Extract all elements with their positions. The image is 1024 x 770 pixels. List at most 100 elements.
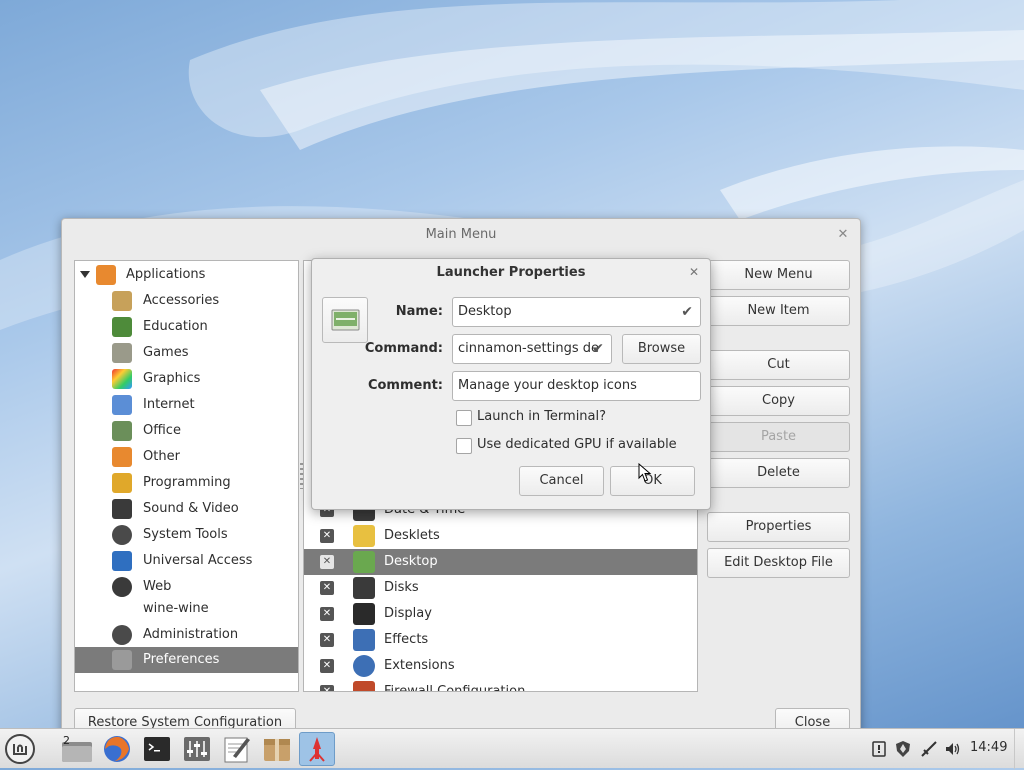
category-sound-video[interactable]: Sound & Video [75,496,298,522]
office-icon [112,421,132,441]
category-accessories[interactable]: Accessories [75,288,298,314]
checkmark-icon: ✔ [592,341,604,357]
paste-button[interactable]: Paste [707,422,850,452]
ok-button[interactable]: OK [610,466,695,496]
category-system-tools[interactable]: System Tools [75,522,298,548]
firefox-icon [104,736,130,762]
visible-checkbox[interactable]: ✕ [320,607,334,621]
window-close-button[interactable]: ✕ [834,226,852,244]
taskbar-files-button[interactable]: 2 [59,732,95,766]
name-input-value: Desktop [458,304,512,319]
dialog-title: Launcher Properties [436,265,586,280]
visible-checkbox[interactable]: ✕ [320,659,334,673]
applications-icon [96,265,116,285]
volume-icon[interactable] [944,740,962,758]
category-universal-access[interactable]: Universal Access [75,548,298,574]
command-input[interactable]: cinnamon-settings de ✔ [452,334,612,364]
category-office[interactable]: Office [75,418,298,444]
other-icon [112,447,132,467]
cancel-button[interactable]: Cancel [519,466,604,496]
category-label: Web [143,579,172,594]
tree-root-applications[interactable]: Applications [75,264,298,286]
list-item[interactable]: ✕ Extensions [304,653,697,679]
terminal-icon [144,737,170,761]
category-label: Accessories [143,293,220,308]
category-web[interactable]: Web [75,574,298,600]
list-item[interactable]: ✕ Firewall Configuration [304,679,697,692]
checkbox-box[interactable] [456,438,472,454]
comment-label: Comment: [367,378,443,393]
desktop-icon [353,551,375,573]
browse-button[interactable]: Browse [622,334,701,364]
visible-checkbox[interactable]: ✕ [320,633,334,647]
category-label: Administration [143,627,239,642]
category-label: Preferences [143,652,220,667]
cut-button[interactable]: Cut [707,350,850,380]
extensions-icon [353,655,375,677]
list-item[interactable]: ✕ Effects [304,627,697,653]
taskbar-firefox-button[interactable] [99,732,135,766]
category-wine-wine[interactable]: wine-wine [75,598,298,620]
item-label: Firewall Configuration [384,684,526,692]
item-label: Desklets [384,528,440,543]
category-administration[interactable]: Administration [75,622,298,648]
edit-desktop-file-button[interactable]: Edit Desktop File [707,548,850,578]
checkbox-label: Launch in Terminal? [477,409,607,424]
properties-button[interactable]: Properties [707,512,850,542]
launcher-properties-dialog: Launcher Properties ✕ Name: Desktop ✔ Co… [311,258,711,510]
visible-checkbox[interactable]: ✕ [320,529,334,543]
category-label: Other [143,449,180,464]
taskbar-terminal-button[interactable] [139,732,175,766]
firewall-icon [353,681,375,691]
category-preferences[interactable]: Preferences [75,647,298,673]
category-education[interactable]: Education [75,314,298,340]
programming-icon [112,473,132,493]
category-graphics[interactable]: Graphics [75,366,298,392]
visible-checkbox[interactable]: ✕ [320,581,334,595]
list-item[interactable]: ✕ Desklets [304,523,697,549]
effects-icon [353,629,375,651]
copy-button[interactable]: Copy [707,386,850,416]
shield-icon[interactable] [894,740,912,758]
checkbox-box[interactable] [456,410,472,426]
archive-icon [264,739,290,761]
expander-arrow-icon[interactable] [80,271,90,278]
list-item-desktop[interactable]: ✕ Desktop [304,549,697,575]
category-internet[interactable]: Internet [75,392,298,418]
category-other[interactable]: Other [75,444,298,470]
item-label: Effects [384,632,429,647]
mint-menu-button[interactable] [5,734,35,764]
taskbar-archive-button[interactable] [259,732,295,766]
new-item-button[interactable]: New Item [707,296,850,326]
workspace-badge: 2 [63,734,70,747]
window-title: Main Menu [425,227,497,242]
display-icon [353,603,375,625]
category-label: wine-wine [143,601,209,616]
notification-icon[interactable] [870,740,888,758]
comment-input[interactable]: Manage your desktop icons [452,371,701,401]
category-programming[interactable]: Programming [75,470,298,496]
checkmark-icon: ✔ [681,304,693,320]
item-label: Disks [384,580,419,595]
list-item[interactable]: ✕ Disks [304,575,697,601]
visible-checkbox[interactable]: ✕ [320,685,334,691]
dialog-close-button[interactable]: ✕ [686,264,702,280]
menu-editor-icon [309,737,325,762]
taskbar-menu-editor-button[interactable] [299,732,335,766]
name-input[interactable]: Desktop ✔ [452,297,701,327]
visible-checkbox[interactable]: ✕ [320,555,334,569]
new-menu-button[interactable]: New Menu [707,260,850,290]
clock[interactable]: 14:49 [970,740,1007,755]
taskbar-text-editor-button[interactable] [219,732,255,766]
category-tree[interactable]: Applications Accessories Education Games… [74,260,299,692]
show-desktop-button[interactable] [1014,729,1024,769]
administration-icon [112,625,132,645]
network-icon[interactable] [920,740,938,758]
delete-button[interactable]: Delete [707,458,850,488]
category-games[interactable]: Games [75,340,298,366]
system-tools-icon [112,525,132,545]
taskbar-mixer-button[interactable] [179,732,215,766]
list-item[interactable]: ✕ Display [304,601,697,627]
close-icon: ✕ [837,227,849,242]
games-icon [112,343,132,363]
